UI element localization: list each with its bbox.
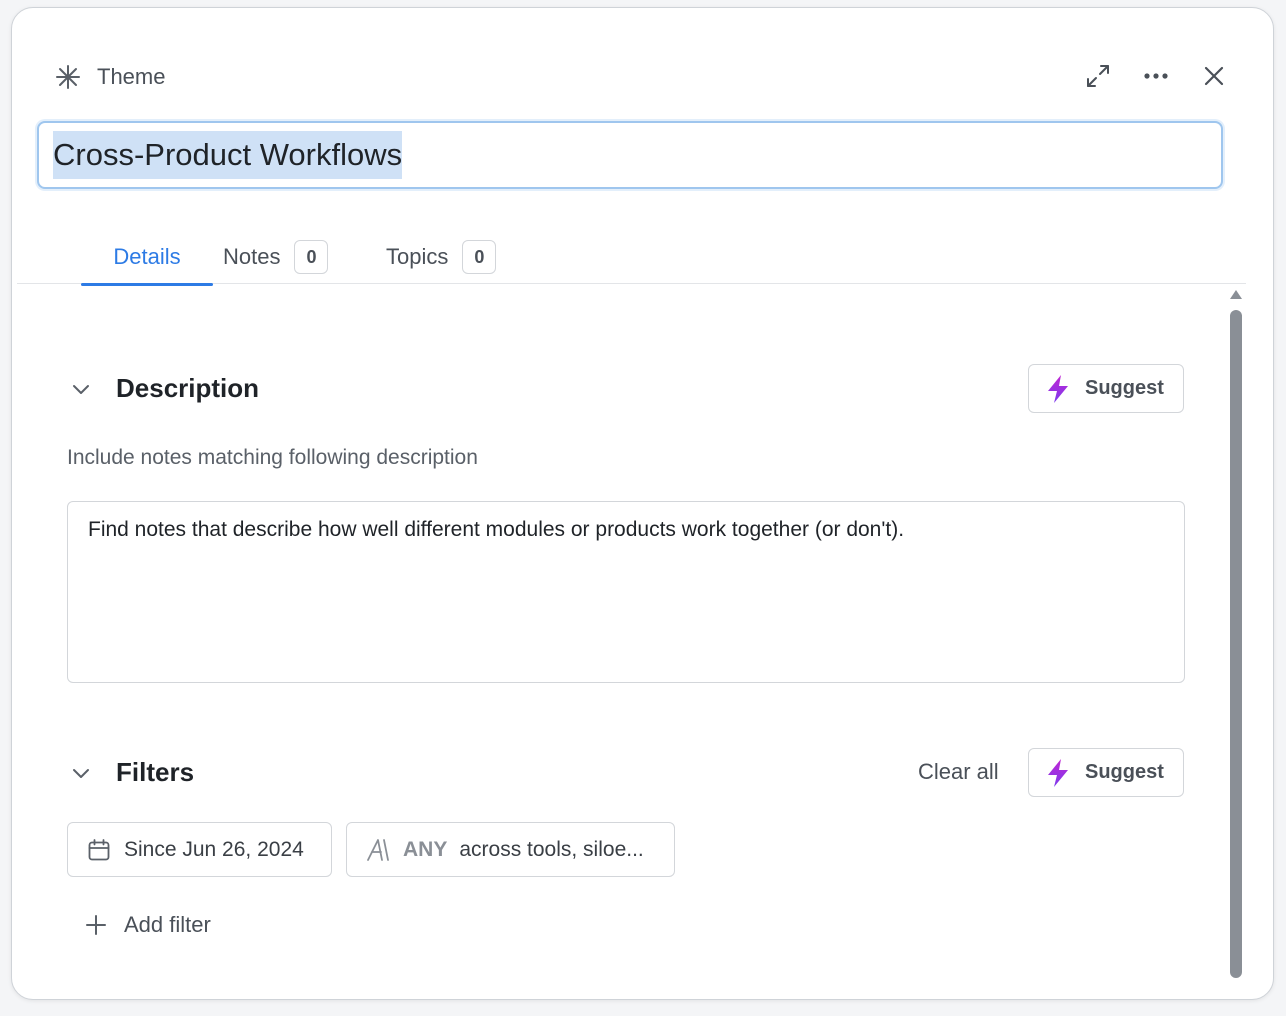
lightning-icon bbox=[1045, 758, 1071, 787]
panel-type-label: Theme bbox=[97, 64, 166, 89]
chevron-down-icon[interactable] bbox=[66, 758, 96, 788]
topics-count-badge: 0 bbox=[462, 240, 497, 274]
text-filter-label: across tools, siloe... bbox=[459, 837, 644, 861]
scrollbar-thumb[interactable] bbox=[1230, 310, 1242, 978]
text-filter-chip[interactable]: ANY across tools, siloe... bbox=[346, 822, 675, 877]
calendar-icon bbox=[86, 837, 112, 863]
description-title: Description bbox=[116, 373, 260, 403]
add-filter-label: Add filter bbox=[124, 912, 211, 937]
tab-notes-label: Notes bbox=[223, 244, 281, 269]
more-icon[interactable] bbox=[1138, 58, 1174, 94]
font-icon bbox=[365, 837, 391, 863]
tab-details-label: Details bbox=[113, 244, 181, 269]
notes-count-badge: 0 bbox=[294, 240, 329, 274]
expand-icon[interactable] bbox=[1080, 58, 1116, 94]
date-filter-label: Since Jun 26, 2024 bbox=[124, 837, 304, 861]
scroll-up-arrow-icon[interactable] bbox=[1230, 290, 1242, 299]
tab-details[interactable]: Details bbox=[81, 230, 213, 286]
description-section-header: Description bbox=[66, 373, 259, 404]
lightning-icon bbox=[1045, 374, 1071, 403]
panel-header: Theme bbox=[54, 55, 165, 99]
date-filter-chip[interactable]: Since Jun 26, 2024 bbox=[67, 822, 332, 877]
clear-all-button[interactable]: Clear all bbox=[918, 759, 999, 785]
plus-icon bbox=[84, 913, 108, 937]
description-textarea[interactable]: Find notes that describe how well differ… bbox=[67, 501, 1185, 683]
suggest-label: Suggest bbox=[1085, 761, 1164, 783]
add-filter-button[interactable]: Add filter bbox=[84, 912, 211, 938]
suggest-label: Suggest bbox=[1085, 377, 1164, 399]
tab-topics[interactable]: Topics 0 bbox=[386, 230, 497, 284]
theme-title-text: Cross-Product Workflows bbox=[53, 131, 403, 179]
chevron-down-icon[interactable] bbox=[66, 374, 96, 404]
theme-title-input[interactable]: Cross-Product Workflows bbox=[37, 121, 1223, 189]
tab-topics-label: Topics bbox=[386, 244, 449, 269]
filters-title: Filters bbox=[116, 757, 195, 787]
filters-section-header: Filters bbox=[66, 757, 194, 788]
tab-notes[interactable]: Notes 0 bbox=[223, 230, 329, 284]
close-icon[interactable] bbox=[1196, 58, 1232, 94]
description-hint: Include notes matching following descrip… bbox=[67, 446, 478, 469]
asterisk-icon bbox=[54, 63, 82, 91]
filters-suggest-button[interactable]: Suggest bbox=[1028, 748, 1184, 797]
description-suggest-button[interactable]: Suggest bbox=[1028, 364, 1184, 413]
header-actions bbox=[1080, 58, 1232, 94]
match-mode-label: ANY bbox=[403, 837, 448, 861]
active-tab-indicator bbox=[81, 283, 213, 286]
tab-bar: Details Notes 0 Topics 0 bbox=[17, 230, 1246, 286]
